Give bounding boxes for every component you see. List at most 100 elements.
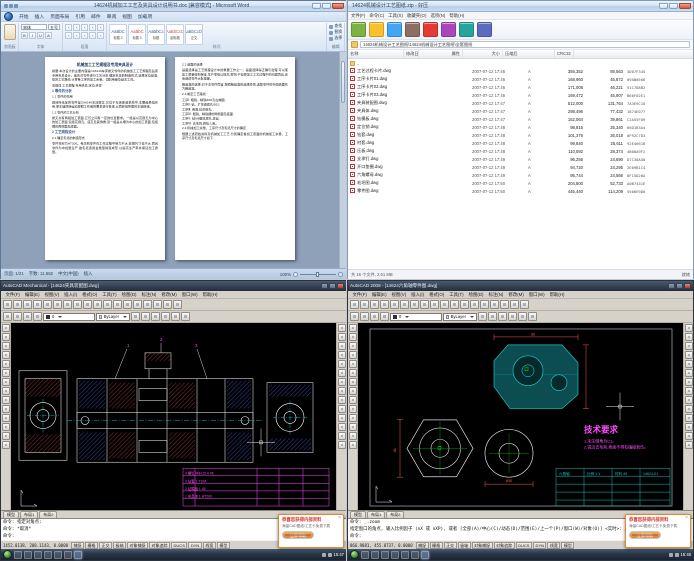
modify-tool-icon[interactable] <box>685 378 693 386</box>
file-row[interactable]: 定位销.dwg 2007-07-12 17:48 A 98,816 25,340… <box>348 123 693 131</box>
popup-action-button[interactable]: 立即领取 <box>282 531 314 539</box>
modify-tool-icon[interactable] <box>685 441 693 449</box>
status-toggle[interactable]: 模型 <box>217 542 230 549</box>
modify-tool-icon[interactable] <box>685 360 693 368</box>
modify-tool-icon[interactable] <box>685 432 693 440</box>
toolbar-icon[interactable] <box>420 300 429 309</box>
scrollbar-thumb[interactable] <box>341 61 345 103</box>
cad2-titlebar[interactable]: AutoCAD 2008 - [14624六角轴零件图.dwg] <box>348 281 693 291</box>
start-button[interactable] <box>3 550 12 559</box>
file-row[interactable]: 夹具装配图.dwg 2007-07-12 17:47 A 512,000 131… <box>348 99 693 107</box>
ribbon-tab[interactable]: 视图 <box>119 12 135 21</box>
toolbar-icon[interactable] <box>73 300 82 309</box>
editing-item[interactable]: 查找 <box>329 24 342 29</box>
file-row[interactable]: 六角螺母.dwg 2007-07-12 17:49 A 95,744 24,56… <box>348 171 693 179</box>
drawing-canvas[interactable]: 1 2 3 <box>11 323 336 510</box>
font-style-button[interactable]: B <box>21 32 28 39</box>
style-tool-icon[interactable] <box>478 312 487 321</box>
toolbar-icon[interactable] <box>490 300 499 309</box>
draw-tool-icon[interactable] <box>2 378 10 386</box>
modify-tool-icon[interactable] <box>338 333 346 341</box>
taskbar-active-app-icon[interactable] <box>421 551 429 559</box>
style-tool-icon[interactable] <box>528 312 537 321</box>
draw-tool-icon[interactable] <box>2 369 10 377</box>
style-tool-icon[interactable] <box>141 312 150 321</box>
menu-item[interactable]: 视图(V) <box>389 292 409 298</box>
draw-tool-icon[interactable] <box>349 414 357 422</box>
minimize-button[interactable] <box>312 3 321 9</box>
toolbar-icon[interactable] <box>500 300 509 309</box>
file-row[interactable]: 压板.dwg 2007-07-12 17:48 A 110,592 28,374… <box>348 147 693 155</box>
toolbar-icon[interactable] <box>3 300 12 309</box>
taskbar-app-icon[interactable] <box>24 551 32 559</box>
menu-item[interactable]: 窗口(W) <box>179 292 200 298</box>
column-header[interactable]: 修改日期 <box>404 50 419 58</box>
toolbar-icon[interactable] <box>459 22 474 37</box>
tray-icon[interactable] <box>322 553 326 557</box>
tray-icon[interactable] <box>675 553 679 557</box>
layer-tool-icon[interactable] <box>33 312 42 321</box>
vertical-scrollbar[interactable] <box>339 52 346 268</box>
draw-tool-icon[interactable] <box>349 360 357 368</box>
color-select[interactable]: ByLayer <box>96 313 130 321</box>
font-style-button[interactable]: U <box>37 32 44 39</box>
toolbar-icon[interactable] <box>400 300 409 309</box>
toolbar-icon[interactable] <box>480 300 489 309</box>
bullets-icon[interactable] <box>65 24 72 31</box>
taskbar-app-icon[interactable] <box>34 551 42 559</box>
layer-tool-icon[interactable] <box>23 312 32 321</box>
status-item[interactable]: 字数: 11,582 <box>29 271 53 277</box>
modify-tool-icon[interactable] <box>685 351 693 359</box>
document-page-1[interactable]: 机械加工工艺规程及专用夹具设计摘要:本次设计的主要内容是CA6140车床拨叉零件… <box>45 57 165 260</box>
indent-icon[interactable] <box>81 24 88 31</box>
layer-tool-icon[interactable] <box>380 312 389 321</box>
ribbon-tab[interactable]: 插入 <box>32 12 48 21</box>
toolbar-icon[interactable] <box>63 300 72 309</box>
align-right-icon[interactable] <box>81 32 88 39</box>
draw-tool-icon[interactable] <box>2 432 10 440</box>
status-toggle[interactable]: 对象追踪 <box>149 542 170 549</box>
taskbar-app-icon[interactable] <box>411 551 419 559</box>
menu-item[interactable]: 文件(F) <box>351 13 365 19</box>
status-toggle[interactable]: 栅格 <box>430 542 443 549</box>
taskbar-app-icon[interactable] <box>401 551 409 559</box>
file-row[interactable]: 开口垫圈.dwg 2007-07-12 17:49 A 94,720 24,29… <box>348 163 693 171</box>
toolbar-icon[interactable] <box>460 300 469 309</box>
status-item[interactable]: 插入 <box>84 271 93 277</box>
status-toggle[interactable]: 线宽 <box>203 542 216 549</box>
toolbar-icon[interactable] <box>410 300 419 309</box>
toolbar-icon[interactable] <box>440 300 449 309</box>
draw-tool-icon[interactable] <box>2 414 10 422</box>
style-item[interactable]: AaBbCc 标题 <box>147 24 165 45</box>
editing-item[interactable]: 选择 <box>329 36 342 41</box>
menu-item[interactable]: 收藏夹(O) <box>407 13 427 19</box>
modify-tool-icon[interactable] <box>685 324 693 332</box>
toolbar-icon[interactable] <box>153 300 162 309</box>
path-input[interactable]: 14624机械设计工艺图纸\14624机械设计工艺图纸\全套图纸 <box>360 41 690 48</box>
toolbar-icon[interactable] <box>390 300 399 309</box>
clock[interactable]: 15:48 <box>681 552 691 557</box>
modify-tool-icon[interactable] <box>338 369 346 377</box>
toolbar-icon[interactable] <box>163 300 172 309</box>
menu-item[interactable]: 插入(I) <box>409 292 427 298</box>
status-toggle[interactable]: 对象捕捉 <box>472 542 493 549</box>
menu-item[interactable]: 标注(N) <box>486 292 506 298</box>
menu-item[interactable]: 选项(N) <box>430 13 445 19</box>
draw-tool-icon[interactable] <box>349 387 357 395</box>
ribbon-tab[interactable]: 邮件 <box>88 12 104 21</box>
modify-tool-icon[interactable] <box>338 414 346 422</box>
toolbar-icon[interactable] <box>369 22 384 37</box>
toolbar-icon[interactable] <box>387 22 402 37</box>
menu-item[interactable]: 修改(M) <box>506 292 526 298</box>
status-toggle[interactable]: 模型 <box>561 542 574 549</box>
status-item[interactable]: 中文(中国) <box>58 271 79 277</box>
toolbar-icon[interactable] <box>477 22 492 37</box>
menu-item[interactable]: 绘图(D) <box>119 292 139 298</box>
drawing-canvas[interactable]: 86 46 <box>358 323 683 510</box>
toolbar-icon[interactable] <box>23 300 32 309</box>
status-toggle[interactable]: 捕捉 <box>416 542 429 549</box>
undo-icon[interactable] <box>9 4 13 8</box>
menu-item[interactable]: 命令(C) <box>369 13 384 19</box>
style-tool-icon[interactable] <box>171 312 180 321</box>
toolbar-icon[interactable] <box>360 300 369 309</box>
